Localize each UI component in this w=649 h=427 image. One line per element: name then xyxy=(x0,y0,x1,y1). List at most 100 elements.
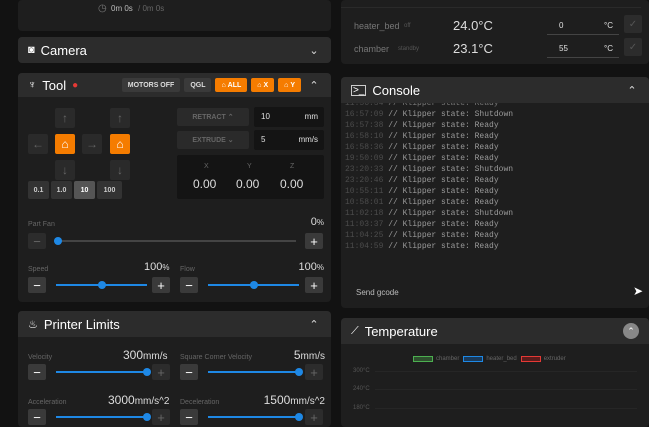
deceleration-increase-button[interactable]: + xyxy=(305,409,323,425)
jog-z-plus-button[interactable]: ↑ xyxy=(110,108,130,128)
home-z-button[interactable]: ⌂ xyxy=(110,134,130,154)
extrude-button[interactable]: EXTRUDE ⌄ xyxy=(177,131,249,149)
console-line: 23:20:33 // Klipper state: Shutdown xyxy=(345,165,514,174)
tool-panel: ♆ Tool ● MOTORS OFF QGL ⌂ ALL ⌂ X ⌂ Y ⌃ … xyxy=(18,73,331,302)
acceleration-label: Acceleration xyxy=(28,399,67,406)
heater-confirm-button[interactable]: ✓ xyxy=(624,15,642,33)
console-line: 10:58:01 // Klipper state: Ready xyxy=(345,198,499,207)
jog-x-plus-button[interactable]: → xyxy=(82,134,102,154)
speed-value: 100% xyxy=(144,261,170,273)
camera-panel: ◙ Camera ⌄ xyxy=(18,37,331,63)
heater-target-field[interactable]: 0 °C xyxy=(547,15,619,35)
velocity-slider[interactable] xyxy=(56,368,151,376)
send-icon[interactable]: ➤ xyxy=(633,284,643,298)
console-line: 11:03:37 // Klipper state: Ready xyxy=(345,220,499,229)
flow-slider[interactable] xyxy=(208,281,299,289)
heater-temp: 24.0°C xyxy=(453,18,493,33)
motors-off-button[interactable]: MOTORS OFF xyxy=(121,78,181,92)
console-line: 11:04:25 // Klipper state: Ready xyxy=(345,231,499,240)
speed-increase-button[interactable]: + xyxy=(152,277,170,293)
temperature-header[interactable]: ⟋ Temperature ⌃ xyxy=(341,318,649,344)
retract-button[interactable]: RETRACT ⌃ xyxy=(177,108,249,126)
deceleration-decrease-button[interactable]: − xyxy=(180,409,198,425)
scv-slider[interactable] xyxy=(208,368,303,376)
heaters-panel: heater_bed off 24.0°C 0 °C ✓ chamber sta… xyxy=(341,0,649,64)
part-fan-decrease-button[interactable]: − xyxy=(28,233,46,249)
jog-x-minus-button[interactable]: ← xyxy=(28,134,48,154)
heater-state: off xyxy=(404,23,411,29)
jog-z-minus-button[interactable]: ↓ xyxy=(110,160,130,180)
home-all-button[interactable]: ⌂ ALL xyxy=(215,78,248,92)
axis-x-value: 0.00 xyxy=(193,177,217,191)
scv-decrease-button[interactable]: − xyxy=(180,364,198,380)
console-title: Console xyxy=(372,82,421,98)
print-time: 0m 0s xyxy=(111,4,133,13)
heater-target-field[interactable]: 55 °C xyxy=(547,38,619,58)
flow-increase-button[interactable]: + xyxy=(305,277,323,293)
legend-item[interactable]: chamber xyxy=(413,356,459,362)
printer-limits-header[interactable]: ♨ Printer Limits ⌃ xyxy=(18,311,331,337)
position-display: X Y Z 0.00 0.00 0.00 xyxy=(177,155,324,199)
printer-limits-title: Printer Limits xyxy=(43,316,120,332)
axis-z-label: Z xyxy=(290,163,295,170)
acceleration-value: 3000mm/s^2 xyxy=(108,393,170,407)
step-0-1-button[interactable]: 0.1 xyxy=(28,181,49,199)
deceleration-slider[interactable] xyxy=(208,413,303,421)
console-line: 10:55:11 // Klipper state: Ready xyxy=(345,187,499,196)
home-y-button[interactable]: ⌂ Y xyxy=(278,78,301,92)
console-log[interactable]: 11:56:34 // Klipper state: Ready 16:57:0… xyxy=(341,103,641,276)
velocity-decrease-button[interactable]: − xyxy=(28,364,46,380)
jog-y-minus-button[interactable]: ↓ xyxy=(55,160,75,180)
step-10-button[interactable]: 10 xyxy=(74,181,95,199)
speed-slider[interactable] xyxy=(56,281,147,289)
y-tick-label: 240°C xyxy=(353,386,370,392)
temperature-title: Temperature xyxy=(364,323,438,339)
heater-confirm-button[interactable]: ✓ xyxy=(624,38,642,56)
camera-icon: ◙ xyxy=(28,44,35,56)
home-x-button[interactable]: ⌂ X xyxy=(251,78,275,92)
part-fan-increase-button[interactable]: + xyxy=(305,233,323,249)
step-100-button[interactable]: 100 xyxy=(97,181,122,199)
heater-temp: 23.1°C xyxy=(453,41,493,56)
grid-line xyxy=(375,408,637,409)
part-fan-slider[interactable] xyxy=(54,237,296,245)
y-tick-label: 180°C xyxy=(353,405,370,411)
legend-item[interactable]: extruder xyxy=(520,356,566,362)
chevron-down-icon[interactable]: ⌄ xyxy=(307,44,321,57)
scv-label: Square Corner Velocity xyxy=(180,354,252,361)
flow-value: 100% xyxy=(298,261,324,273)
chevron-up-icon[interactable]: ⌃ xyxy=(625,84,639,97)
console-header[interactable]: >_ Console ⌃ xyxy=(341,77,649,103)
tool-title: Tool xyxy=(42,77,67,93)
scv-increase-button[interactable]: + xyxy=(305,364,323,380)
jog-y-plus-button[interactable]: ↑ xyxy=(55,108,75,128)
y-tick-label: 300°C xyxy=(353,368,370,374)
axis-z-value: 0.00 xyxy=(280,177,304,191)
extrude-speed-field[interactable]: 5 mm/s xyxy=(254,130,324,150)
flow-decrease-button[interactable]: − xyxy=(180,277,198,293)
console-line: 23:20:46 // Klipper state: Ready xyxy=(345,176,499,185)
chevron-up-icon[interactable]: ⌃ xyxy=(307,79,321,92)
speed-decrease-button[interactable]: − xyxy=(28,277,46,293)
grid-line xyxy=(375,389,637,390)
velocity-increase-button[interactable]: + xyxy=(152,364,170,380)
camera-header[interactable]: ◙ Camera ⌄ xyxy=(18,37,331,63)
camera-title: Camera xyxy=(40,42,87,58)
home-xy-button[interactable]: ⌂ xyxy=(55,134,75,154)
legend-item[interactable]: heater_bed xyxy=(463,356,517,362)
acceleration-decrease-button[interactable]: − xyxy=(28,409,46,425)
step-1-button[interactable]: 1.0 xyxy=(51,181,72,199)
speed-label: Speed xyxy=(28,266,49,273)
scv-value: 5mm/s xyxy=(293,348,325,362)
heater-name: heater_bed xyxy=(354,21,400,31)
heater-row xyxy=(341,0,641,8)
acceleration-slider[interactable] xyxy=(56,413,151,421)
acceleration-increase-button[interactable]: + xyxy=(152,409,170,425)
qgl-button[interactable]: QGL xyxy=(184,78,212,92)
retract-length-field[interactable]: 10 mm xyxy=(254,107,324,127)
chevron-up-icon[interactable]: ⌃ xyxy=(307,318,321,331)
speedometer-icon: ♨ xyxy=(28,318,38,331)
temperature-panel: ⟋ Temperature ⌃ chamber heater_bed extrud… xyxy=(341,318,649,427)
chevron-up-icon[interactable]: ⌃ xyxy=(623,323,639,339)
gcode-input[interactable]: Send gcode xyxy=(351,282,619,304)
